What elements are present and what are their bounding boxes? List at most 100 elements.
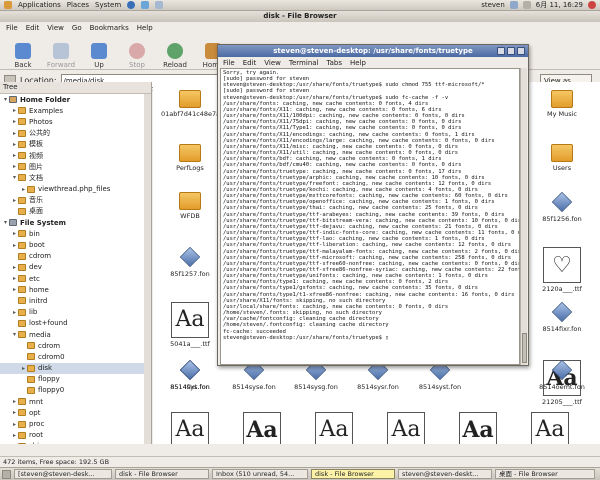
minimize-icon[interactable] xyxy=(497,47,505,55)
font-file-item[interactable]: Aa xyxy=(233,412,291,444)
expander-icon[interactable]: ▸ xyxy=(11,309,18,316)
tree-item[interactable]: ▸ disk xyxy=(0,362,151,374)
menu-bookmarks[interactable]: Bookmarks xyxy=(90,24,129,32)
firefox-launcher-icon[interactable] xyxy=(127,1,136,9)
up-button[interactable]: Up xyxy=(80,35,118,69)
tree-item[interactable]: initrd xyxy=(0,295,151,306)
taskbar-button[interactable]: Inbox (510 unread, 54... xyxy=(212,469,308,479)
clock[interactable]: 6月 11, 16:29 xyxy=(536,0,583,10)
network-icon[interactable] xyxy=(509,1,518,9)
expander-icon[interactable]: ▸ xyxy=(11,398,18,405)
expander-icon[interactable]: ▾ xyxy=(2,96,9,103)
tree-item[interactable]: ▸ 音乐 xyxy=(0,195,151,206)
expander-icon[interactable]: ▸ xyxy=(11,152,18,159)
expander-icon[interactable]: ▸ xyxy=(11,141,18,148)
reload-button[interactable]: Reload xyxy=(156,35,194,69)
volume-icon[interactable] xyxy=(522,1,531,9)
font-file-item[interactable]: 8514fixr.fon xyxy=(533,301,591,333)
folder-item[interactable]: WFDB xyxy=(161,192,219,220)
tree-item[interactable]: ▸ lib xyxy=(0,307,151,318)
font-file-item[interactable]: Aa 5041a___.ttf xyxy=(161,302,219,348)
font-file-item[interactable]: Aa xyxy=(521,412,579,444)
folder-item[interactable]: PerfLogs xyxy=(161,144,219,172)
expander-icon[interactable]: ▸ xyxy=(11,163,18,170)
tree-item[interactable]: ▸ Photos xyxy=(0,116,151,127)
taskbar-button[interactable]: 桌面 - File Browser xyxy=(495,469,595,479)
taskbar-button[interactable]: disk - File Browser xyxy=(115,469,209,479)
terminal-output[interactable]: Sorry, try again. [sudo] password for ste… xyxy=(220,68,520,365)
menu-places[interactable]: Places xyxy=(67,1,89,9)
expander-icon[interactable]: ▸ xyxy=(11,230,18,237)
folder-item[interactable]: Users xyxy=(533,144,591,172)
expander-icon[interactable]: ▾ xyxy=(11,174,18,181)
font-file-item[interactable]: 85f1257.fon xyxy=(161,246,219,278)
font-file-item[interactable]: Aa xyxy=(377,412,435,444)
sidebar-mode-select[interactable]: Tree xyxy=(0,82,151,94)
show-desktop-icon[interactable] xyxy=(2,469,11,479)
tree-item[interactable]: floppy xyxy=(0,374,151,385)
user-name[interactable]: steven xyxy=(481,1,505,9)
maximize-icon[interactable] xyxy=(507,47,515,55)
tree-item[interactable]: ▸ viewthread.php_files xyxy=(0,184,151,195)
font-file-item[interactable]: Aa xyxy=(305,412,363,444)
expander-icon[interactable]: ▸ xyxy=(11,242,18,249)
sidebar-scrollbar[interactable] xyxy=(144,94,151,444)
term-menu-edit[interactable]: Edit xyxy=(243,59,257,67)
terminal-scroll-thumb[interactable] xyxy=(522,333,527,363)
tree-item[interactable]: ▸ dev xyxy=(0,262,151,273)
menu-applications[interactable]: Applications xyxy=(18,1,61,9)
font-file-item[interactable]: 85f1256.fon xyxy=(533,191,591,223)
tree-item[interactable]: 桌面 xyxy=(0,206,151,217)
expander-icon[interactable]: ▸ xyxy=(11,275,18,282)
expander-icon[interactable]: ▸ xyxy=(11,118,18,125)
term-menu-help[interactable]: Help xyxy=(350,59,366,67)
terminal-scrollbar[interactable] xyxy=(520,68,527,365)
expander-icon[interactable]: ▸ xyxy=(11,432,18,439)
tree-item[interactable]: floppy0 xyxy=(0,385,151,396)
term-menu-view[interactable]: View xyxy=(264,59,281,67)
tree-item[interactable]: ▸ boot xyxy=(0,239,151,250)
expander-icon[interactable]: ▸ xyxy=(20,365,27,372)
menu-system[interactable]: System xyxy=(95,1,121,9)
font-file-item[interactable]: Aa xyxy=(449,412,507,444)
window-title[interactable]: disk - File Browser xyxy=(0,11,600,22)
tree-item[interactable]: ▸ bin xyxy=(0,228,151,239)
tree-item[interactable]: ▸ sbin xyxy=(0,441,151,444)
menu-go[interactable]: Go xyxy=(72,24,82,32)
term-menu-file[interactable]: File xyxy=(223,59,235,67)
mail-launcher-icon[interactable] xyxy=(141,1,150,9)
tree-item[interactable]: ▸ etc xyxy=(0,273,151,284)
tree-item[interactable]: ▸ root xyxy=(0,430,151,441)
tree-item[interactable]: ▸ mnt xyxy=(0,396,151,407)
expander-icon[interactable]: ▸ xyxy=(11,443,18,444)
expander-icon[interactable]: ▸ xyxy=(20,186,27,193)
tree-item[interactable]: ▾ Home Folder xyxy=(0,94,151,105)
menu-edit[interactable]: Edit xyxy=(26,24,40,32)
tree-item[interactable]: ▸ 图片 xyxy=(0,161,151,172)
tree-item[interactable]: ▾ 文档 xyxy=(0,172,151,183)
tree-item[interactable]: ▾ File System xyxy=(0,217,151,228)
expander-icon[interactable]: ▾ xyxy=(2,219,9,226)
expander-icon[interactable]: ▸ xyxy=(11,264,18,271)
terminal-title[interactable]: steven@steven-desktop: /usr/share/fonts/… xyxy=(218,45,528,57)
folder-item[interactable]: 01abf7d41c48e7a77 xyxy=(161,90,228,118)
font-file-item[interactable]: Aa xyxy=(161,412,219,444)
expander-icon[interactable]: ▸ xyxy=(11,409,18,416)
tree-item[interactable]: cdrom0 xyxy=(0,351,151,362)
tree-item[interactable]: cdrom xyxy=(0,340,151,351)
menu-file[interactable]: File xyxy=(6,24,18,32)
taskbar-button[interactable]: steven@steven-deskt... xyxy=(398,469,492,479)
expander-icon[interactable]: ▸ xyxy=(11,107,18,114)
menu-view[interactable]: View xyxy=(47,24,64,32)
tree-item[interactable]: ▸ home xyxy=(0,284,151,295)
tree-item[interactable]: ▸ proc xyxy=(0,418,151,429)
tree-item[interactable]: ▸ 模板 xyxy=(0,139,151,150)
forward-button[interactable]: Forward xyxy=(42,35,80,69)
tree-item[interactable]: ▸ 视频 xyxy=(0,150,151,161)
taskbar-button[interactable]: [steven@steven-desk... xyxy=(14,469,112,479)
tree-item[interactable]: ▸ Examples xyxy=(0,105,151,116)
font-file-item[interactable]: ♡ 2120a___.ttf xyxy=(533,247,591,293)
font-file-item[interactable]: 8514sys.fon xyxy=(161,359,219,391)
expander-icon[interactable]: ▸ xyxy=(11,197,18,204)
tree-item[interactable]: cdrom xyxy=(0,251,151,262)
